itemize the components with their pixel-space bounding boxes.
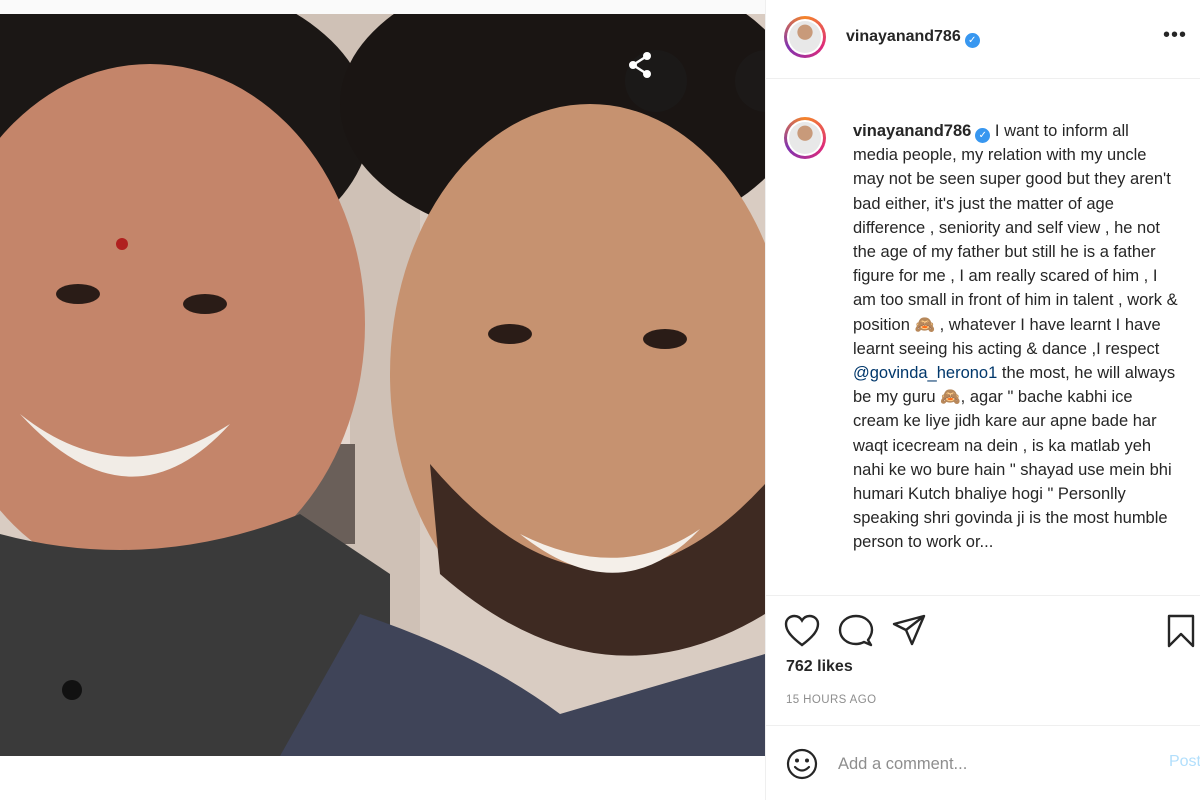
avatar-image bbox=[789, 122, 821, 154]
send-icon[interactable] bbox=[892, 614, 926, 646]
likes-count[interactable]: 762 likes bbox=[786, 658, 853, 676]
caption-body-start: I want to inform all media people, my re… bbox=[853, 122, 1178, 358]
post-comment-button[interactable]: Post bbox=[1169, 753, 1200, 771]
mention-link[interactable]: @govinda_herono1 bbox=[853, 364, 997, 382]
avatar[interactable] bbox=[784, 16, 826, 58]
instagram-post-frame: vinayanand786 ✓ ••• vinayanand786 ✓ I want… bbox=[0, 0, 1200, 800]
caption-username[interactable]: vinayanand786 bbox=[853, 122, 971, 140]
comment-bar: Post bbox=[766, 725, 1200, 801]
post-header: vinayanand786 ✓ ••• bbox=[766, 0, 1200, 79]
avatar-ring-inner bbox=[787, 120, 823, 156]
caption-text: vinayanand786 ✓ I want to inform all medi… bbox=[853, 119, 1178, 555]
share-icon bbox=[629, 52, 651, 78]
comment-input[interactable] bbox=[838, 752, 1128, 776]
verified-badge-icon: ✓ bbox=[964, 33, 980, 48]
heart-icon[interactable] bbox=[784, 614, 820, 648]
caption-body-end: the most, he will always be my guru 🙈, a… bbox=[853, 364, 1176, 552]
caption-area: vinayanand786 ✓ I want to inform all medi… bbox=[766, 79, 1200, 594]
more-options-icon[interactable]: ••• bbox=[1163, 24, 1187, 47]
post-side-panel: vinayanand786 ✓ ••• vinayanand786 ✓ I want… bbox=[765, 0, 1200, 800]
verified-badge-icon: ✓ bbox=[975, 128, 991, 143]
header-username-text[interactable]: vinayanand786 bbox=[846, 28, 961, 45]
share-button[interactable] bbox=[625, 50, 687, 112]
comment-icon[interactable] bbox=[838, 614, 874, 648]
caption-avatar[interactable] bbox=[784, 117, 826, 159]
emoji-icon[interactable] bbox=[786, 748, 818, 780]
post-actions: 762 likes 15 HOURS AGO bbox=[766, 595, 1200, 716]
avatar-ring-inner bbox=[787, 19, 823, 55]
bookmark-icon[interactable] bbox=[1166, 614, 1196, 648]
photo-bottom-margin bbox=[0, 756, 765, 800]
avatar-image bbox=[789, 21, 821, 53]
photo-illustration bbox=[0, 14, 765, 756]
post-photo[interactable] bbox=[0, 14, 765, 756]
post-timestamp[interactable]: 15 HOURS AGO bbox=[786, 694, 876, 706]
header-username[interactable]: vinayanand786 ✓ bbox=[846, 28, 980, 48]
